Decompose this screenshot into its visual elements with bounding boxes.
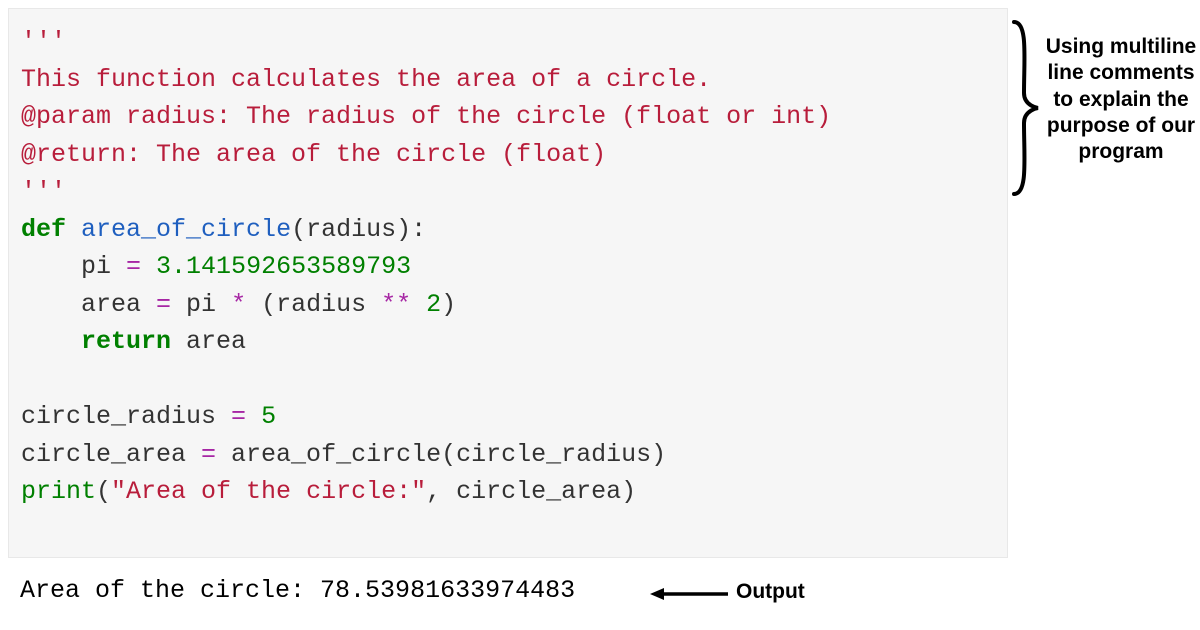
indent [21, 252, 81, 281]
keyword-def: def [21, 215, 66, 244]
output-text: Area of the circle: 78.53981633974483 [20, 576, 575, 605]
arrow-left-icon [650, 587, 730, 601]
call-args: (circle_radius) [441, 440, 666, 469]
assign1-lhs: circle_radius [21, 402, 231, 431]
docstring-close: ''' [21, 173, 995, 211]
print-string: "Area of the circle:" [111, 477, 426, 506]
pi-lhs: pi [81, 252, 126, 281]
indent [21, 290, 81, 319]
print-fn: print [21, 477, 96, 506]
assign2-lhs: circle_area [21, 440, 201, 469]
return-value: area [171, 327, 246, 356]
area-lhs: area [81, 290, 156, 319]
print-args: , circle_area) [426, 477, 636, 506]
keyword-return: return [81, 327, 171, 356]
function-name: area_of_circle [81, 215, 291, 244]
print-open: ( [96, 477, 111, 506]
call-name: area_of_circle [216, 440, 441, 469]
equals-op: = [156, 290, 171, 319]
docstring-line-2: @param radius: The radius of the circle … [21, 98, 995, 136]
docstring-open: ''' [21, 23, 995, 61]
brace-icon [1012, 18, 1040, 198]
indent [21, 327, 81, 356]
def-line: def area_of_circle(radius): [21, 211, 995, 249]
expr-open: (radius [246, 290, 381, 319]
docstring-line-1: This function calculates the area of a c… [21, 61, 995, 99]
five-literal: 5 [246, 402, 276, 431]
return-line: return area [21, 323, 995, 361]
equals-op: = [126, 252, 141, 281]
equals-op: = [201, 440, 216, 469]
print-line: print("Area of the circle:", circle_area… [21, 473, 995, 511]
code-block: ''' This function calculates the area of… [8, 8, 1008, 558]
pi-value: 3.141592653589793 [141, 252, 411, 281]
two-literal: 2 [411, 290, 441, 319]
expr-close: ) [441, 290, 456, 319]
assign-radius-line: circle_radius = 5 [21, 398, 995, 436]
assign-area-line: circle_area = area_of_circle(circle_radi… [21, 436, 995, 474]
blank-line [21, 361, 995, 399]
pi-line: pi = 3.141592653589793 [21, 248, 995, 286]
output-label: Output [736, 580, 805, 604]
star-op: * [231, 290, 246, 319]
annotation-brace-text: Using multiline line comments to explain… [1043, 34, 1199, 165]
area-line: area = pi * (radius ** 2) [21, 286, 995, 324]
equals-op: = [231, 402, 246, 431]
docstring-line-3: @return: The area of the circle (float) [21, 136, 995, 174]
def-params: (radius): [291, 215, 426, 244]
dstar-op: ** [381, 290, 411, 319]
area-rhs: pi [171, 290, 231, 319]
